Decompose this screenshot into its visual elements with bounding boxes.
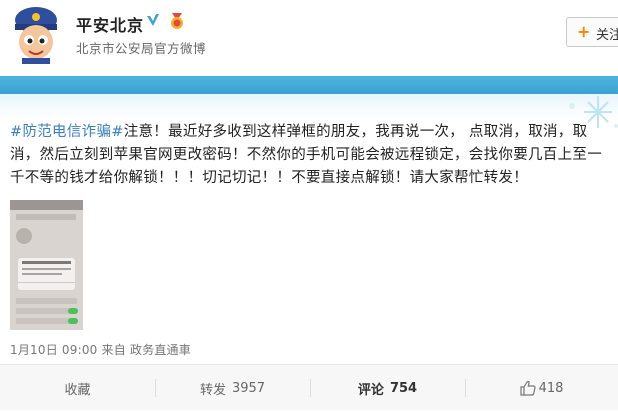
comment-count: 754	[389, 380, 418, 396]
thumbnail-nav-bar	[16, 214, 76, 220]
banner-sky-decoration	[0, 94, 618, 120]
repost-button[interactable]: 转发 3957	[155, 365, 310, 411]
comment-button[interactable]: 评论 754	[310, 365, 465, 411]
hashtag-link[interactable]: #防范电信诈骗#	[10, 124, 124, 140]
repost-label: 转发	[199, 382, 226, 398]
post-source[interactable]: 政务直通車	[130, 343, 191, 357]
repost-count: 3957	[231, 380, 266, 396]
plus-icon: +	[577, 22, 591, 41]
post-meta: 1月10日 09:00 来自 政务直通車	[10, 341, 191, 358]
action-bar: 收藏 转发 3957 评论 754 418	[0, 364, 618, 410]
follow-button[interactable]: + 关注	[566, 17, 618, 47]
like-count: 418	[538, 380, 564, 396]
post-time[interactable]: 1月10日 09:00	[10, 343, 98, 357]
account-description: 北京市公安局官方微博	[76, 41, 207, 56]
profile-banner	[0, 76, 618, 94]
thumbnail-status-bar	[10, 200, 83, 210]
source-prefix: 来自	[101, 343, 126, 357]
comment-label: 评论	[357, 382, 384, 398]
post-text: #防范电信诈骗#注意！最近好多收到这样弹框的朋友，我再说一次， 点取消，取消，取…	[10, 121, 610, 190]
thumbnail-apple-id-dialog	[18, 258, 75, 290]
police-mascot-avatar[interactable]	[10, 4, 62, 64]
post-image-thumbnail[interactable]	[10, 200, 83, 330]
thumbnail-settings-row	[16, 298, 77, 304]
thumbnail-avatar	[16, 228, 32, 244]
weibo-header: 平安北京 北京市公安局官方微博 + 关注	[0, 0, 618, 76]
like-button[interactable]: 418	[465, 365, 618, 411]
account-name[interactable]: 平安北京	[76, 12, 144, 36]
collect-button[interactable]: 收藏	[0, 365, 155, 411]
follow-label: 关注	[596, 28, 618, 43]
thumbs-up-icon	[519, 380, 536, 396]
thumbnail-toggle	[68, 308, 78, 314]
medal-icon[interactable]	[169, 12, 185, 30]
verified-v-icon	[147, 14, 159, 26]
thumbnail-toggle	[68, 318, 78, 324]
collect-label: 收藏	[64, 382, 91, 398]
